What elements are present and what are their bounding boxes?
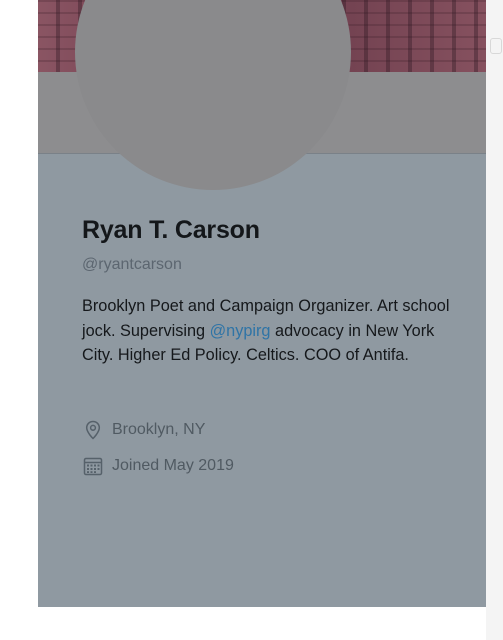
page-edge: [486, 0, 503, 640]
profile-name: Ryan T. Carson: [82, 216, 260, 244]
calendar-icon: [82, 455, 104, 477]
joined-text: Joined May 2019: [112, 457, 234, 474]
profile-bio: Brooklyn Poet and Campaign Organizer. Ar…: [82, 294, 462, 368]
bio-mention-link[interactable]: @nypirg: [210, 322, 271, 340]
location-pin-icon: [82, 419, 104, 441]
location-text: Brooklyn, NY: [112, 421, 206, 438]
avatar[interactable]: [75, 0, 351, 190]
profile-location: Brooklyn, NY: [82, 419, 205, 441]
profile-joined-date: Joined May 2019: [82, 455, 234, 477]
profile-handle[interactable]: @ryantcarson: [82, 256, 182, 274]
edge-mark: [490, 38, 502, 54]
